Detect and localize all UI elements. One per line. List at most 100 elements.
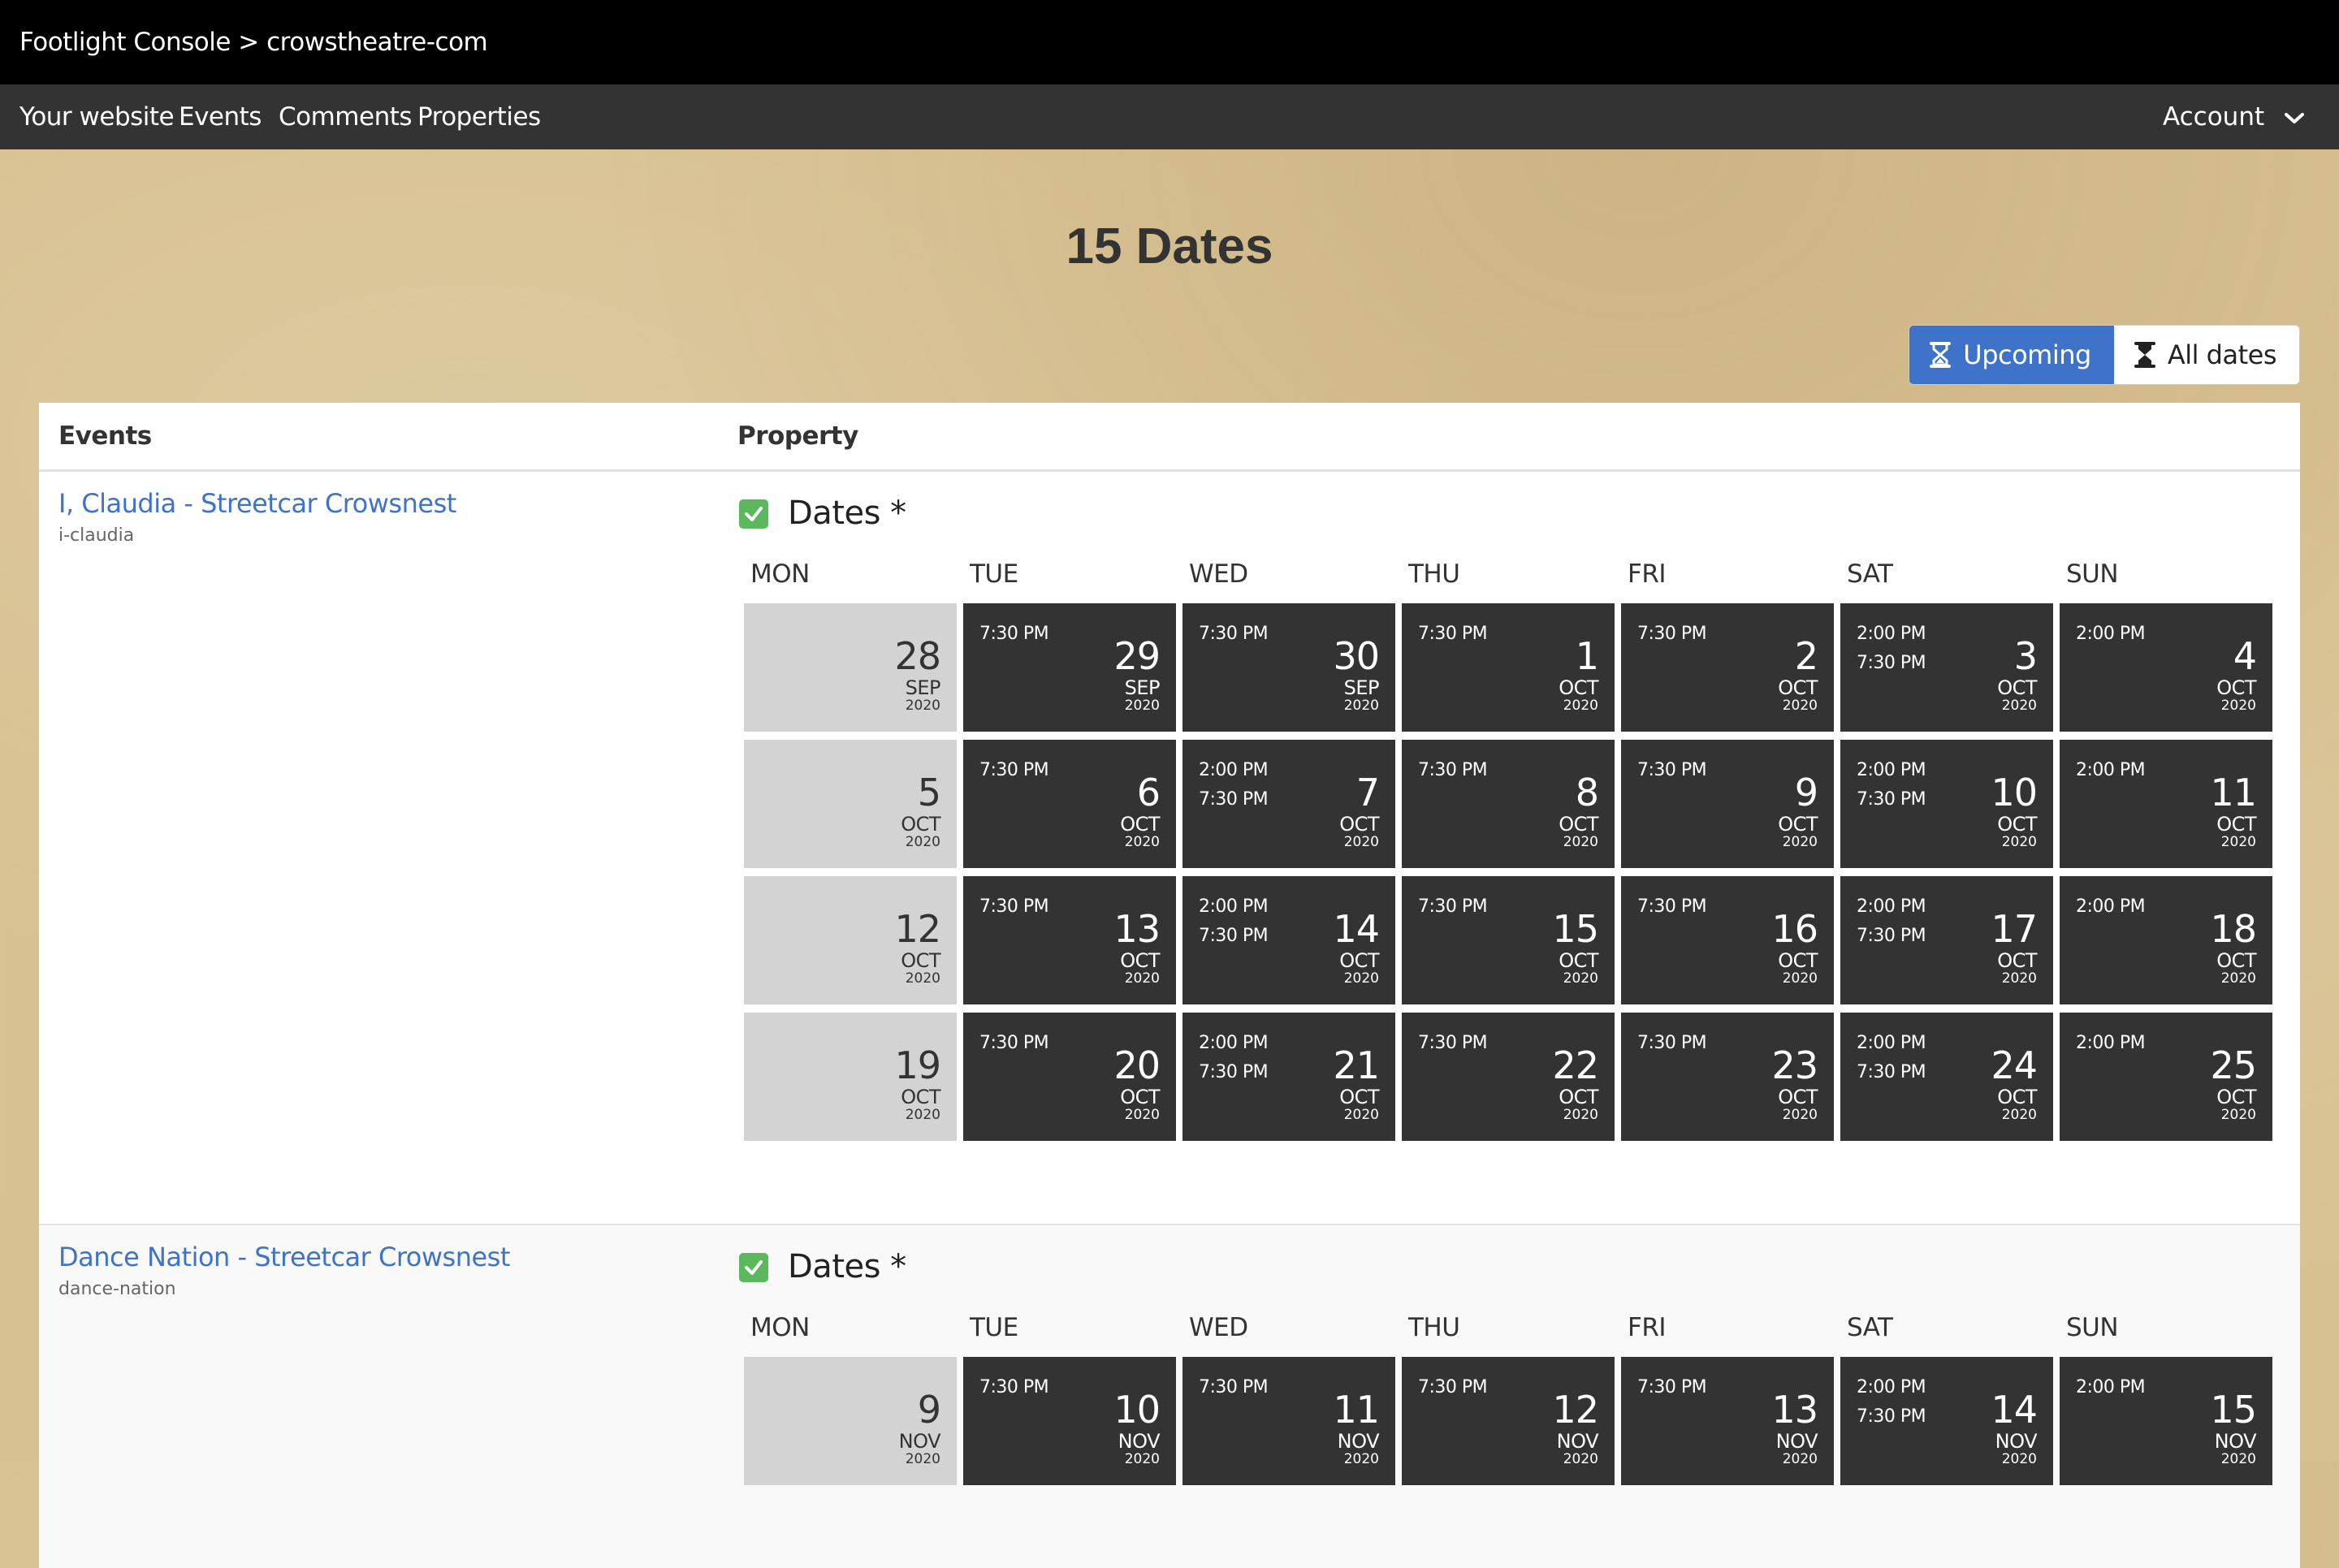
events-table: Events Property I, Claudia - Streetcar C… (39, 403, 2300, 1568)
month-label: OCT (1997, 813, 2037, 836)
showtime: 2:00 PM (1857, 896, 1926, 917)
calendar-day-cell[interactable]: 7:30 PM 13 NOV 2020 (1621, 1357, 1834, 1485)
day-number: 22 (1552, 1043, 1599, 1087)
calendar-day-cell[interactable]: 7:30 PM 2 OCT 2020 (1621, 603, 1834, 732)
month-label: NOV (1556, 1430, 1599, 1453)
day-number: 25 (2210, 1043, 2257, 1087)
calendar-day-cell[interactable]: 2:00 PM 18 OCT 2020 (2060, 876, 2272, 1004)
year-label: 2020 (1343, 970, 1379, 987)
calendar-day-cell[interactable]: 2:00 PM 25 OCT 2020 (2060, 1013, 2272, 1141)
month-label: OCT (1339, 949, 1379, 972)
year-label: 2020 (905, 698, 940, 714)
month-label: OCT (1559, 676, 1598, 699)
calendar-day-cell[interactable]: 2:00 PM 7:30 PM 10 OCT 2020 (1840, 740, 2053, 868)
showtime: 2:00 PM (1857, 624, 1926, 644)
month-label: OCT (1559, 813, 1598, 836)
calendar-day-cell[interactable]: 7:30 PM 29 SEP 2020 (963, 603, 1176, 732)
showtimes: 7:30 PM (1418, 1373, 1488, 1402)
calendar-day-cell[interactable]: 7:30 PM 16 OCT 2020 (1621, 876, 1834, 1004)
weekday-header: TUE (970, 1313, 1018, 1342)
day-number: 3 (2013, 634, 2038, 678)
showtime: 7:30 PM (1418, 624, 1488, 644)
date-filter-toggle: Upcoming All dates (1909, 325, 2300, 385)
showtimes: 7:30 PM (1418, 756, 1488, 785)
chevron-down-icon (2285, 112, 2304, 123)
calendar-day-cell[interactable]: 7:30 PM 13 OCT 2020 (963, 876, 1176, 1004)
calendar-day-cell[interactable]: 2:00 PM 7:30 PM 24 OCT 2020 (1840, 1013, 2053, 1141)
calendar-day-cell[interactable]: 7:30 PM 1 OCT 2020 (1402, 603, 1615, 732)
upcoming-button[interactable]: Upcoming (1909, 326, 2114, 384)
nav-your-website[interactable]: Your website (19, 84, 175, 149)
month-label: OCT (1339, 813, 1379, 836)
calendar-day-cell[interactable]: 2:00 PM 11 OCT 2020 (2060, 740, 2272, 868)
calendar-day-empty: 12 OCT 2020 (744, 876, 957, 1004)
showtime: 7:30 PM (1857, 653, 1926, 673)
calendar-day-cell[interactable]: 2:00 PM 7:30 PM 14 OCT 2020 (1182, 876, 1395, 1004)
showtime: 7:30 PM (1637, 760, 1707, 780)
weekday-header: MON (750, 1313, 810, 1342)
day-number: 9 (1794, 771, 1818, 814)
showtime: 7:30 PM (1637, 1377, 1707, 1397)
showtime: 7:30 PM (979, 760, 1049, 780)
showtime: 7:30 PM (979, 624, 1049, 644)
showtime: 2:00 PM (1199, 1033, 1269, 1053)
calendar-day-cell[interactable]: 2:00 PM 15 NOV 2020 (2060, 1357, 2272, 1485)
nav-comments[interactable]: Comments (279, 84, 413, 149)
year-label: 2020 (2220, 698, 2256, 714)
showtimes: 7:30 PM (1637, 1029, 1707, 1058)
day-number: 2 (1794, 634, 1818, 678)
upcoming-label: Upcoming (1963, 339, 2091, 370)
day-number: 28 (894, 634, 941, 678)
event-link[interactable]: I, Claudia - Streetcar Crowsnest (58, 488, 456, 519)
breadcrumb[interactable]: Footlight Console > crowstheatre-com (19, 0, 488, 84)
account-menu[interactable]: Account (2163, 84, 2305, 149)
event-link[interactable]: Dance Nation - Streetcar Crowsnest (58, 1242, 510, 1272)
calendar-day-cell[interactable]: 7:30 PM 12 NOV 2020 (1402, 1357, 1615, 1485)
year-label: 2020 (2001, 1451, 2037, 1467)
day-number: 11 (2210, 771, 2257, 814)
calendar-day-cell[interactable]: 7:30 PM 9 OCT 2020 (1621, 740, 1834, 868)
month-label: NOV (898, 1430, 941, 1453)
hourglass-icon (1930, 342, 1952, 368)
checkbox-checked-icon[interactable] (739, 1253, 768, 1282)
calendar-day-cell[interactable]: 2:00 PM 7:30 PM 7 OCT 2020 (1182, 740, 1395, 868)
month-label: OCT (2216, 949, 2256, 972)
nav-events[interactable]: Events (179, 84, 262, 149)
showtime: 2:00 PM (1199, 896, 1269, 917)
calendar-day-cell[interactable]: 2:00 PM 4 OCT 2020 (2060, 603, 2272, 732)
calendar-day-cell[interactable]: 7:30 PM 20 OCT 2020 (963, 1013, 1176, 1141)
all-dates-button[interactable]: All dates (2113, 326, 2299, 384)
calendar-day-cell[interactable]: 7:30 PM 23 OCT 2020 (1621, 1013, 1834, 1141)
day-number: 15 (2210, 1388, 2257, 1432)
calendar-day-cell[interactable]: 7:30 PM 8 OCT 2020 (1402, 740, 1615, 868)
month-label: OCT (1120, 813, 1160, 836)
calendar-day-cell[interactable]: 7:30 PM 30 SEP 2020 (1182, 603, 1395, 732)
showtime: 7:30 PM (1199, 926, 1269, 946)
calendar-day-cell[interactable]: 7:30 PM 15 OCT 2020 (1402, 876, 1615, 1004)
checkbox-checked-icon[interactable] (739, 499, 768, 529)
calendar-day-cell[interactable]: 7:30 PM 22 OCT 2020 (1402, 1013, 1615, 1141)
account-label: Account (2162, 102, 2265, 132)
calendar-day-cell[interactable]: 2:00 PM 7:30 PM 17 OCT 2020 (1840, 876, 2053, 1004)
showtime: 2:00 PM (1199, 760, 1269, 780)
table-header: Events Property (39, 403, 2300, 472)
showtime: 7:30 PM (1857, 926, 1926, 946)
calendar-day-cell[interactable]: 2:00 PM 7:30 PM 21 OCT 2020 (1182, 1013, 1395, 1141)
calendar-day-cell[interactable]: 7:30 PM 10 NOV 2020 (963, 1357, 1176, 1485)
year-label: 2020 (1343, 1451, 1379, 1467)
showtimes: 2:00 PM 7:30 PM (1857, 756, 1926, 814)
month-label: NOV (1118, 1430, 1161, 1453)
day-number: 5 (917, 771, 941, 814)
nav-properties[interactable]: Properties (417, 84, 541, 149)
month-label: OCT (901, 1086, 940, 1108)
calendar-day-cell[interactable]: 7:30 PM 6 OCT 2020 (963, 740, 1176, 868)
showtimes: 2:00 PM (2076, 892, 2146, 922)
calendar-day-cell[interactable]: 2:00 PM 7:30 PM 3 OCT 2020 (1840, 603, 2053, 732)
showtimes: 7:30 PM (979, 1029, 1049, 1058)
calendar-day-cell[interactable]: 7:30 PM 11 NOV 2020 (1182, 1357, 1395, 1485)
all-dates-label: All dates (2167, 339, 2277, 370)
day-number: 9 (917, 1388, 941, 1432)
day-number: 1 (1575, 634, 1599, 678)
showtimes: 7:30 PM (979, 892, 1049, 922)
calendar-day-cell[interactable]: 2:00 PM 7:30 PM 14 NOV 2020 (1840, 1357, 2053, 1485)
